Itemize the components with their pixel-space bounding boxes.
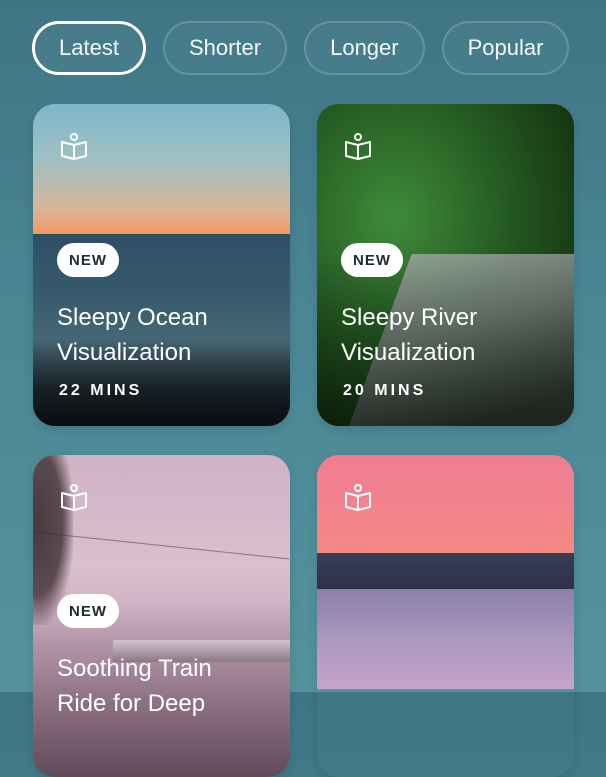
filter-chip-popular[interactable]: Popular	[441, 21, 570, 75]
card-title-line-1: Sleepy River	[341, 304, 478, 331]
content-card-fog-sunset[interactable]	[317, 455, 574, 777]
new-badge: NEW	[57, 594, 119, 628]
card-title: Soothing Train Ride for Deep	[57, 651, 277, 721]
card-image-fog-sea	[317, 589, 574, 689]
filter-bar: Latest Shorter Longer Popular	[32, 21, 570, 75]
card-title: Sleepy River Visualization	[341, 300, 561, 370]
card-duration: 20 MINS	[343, 382, 427, 399]
card-title-line-1: Sleepy Ocean	[57, 304, 208, 331]
card-title: Sleepy Ocean Visualization	[57, 300, 277, 370]
content-card-sleepy-ocean[interactable]: NEW Sleepy Ocean Visualization 22 MINS	[33, 104, 290, 426]
filter-chip-shorter[interactable]: Shorter	[162, 21, 288, 75]
book-open-icon	[61, 484, 87, 511]
filter-chip-longer[interactable]: Longer	[304, 21, 425, 75]
card-title-line-2: Visualization	[57, 339, 192, 366]
content-card-soothing-train[interactable]: NEW Soothing Train Ride for Deep	[33, 455, 290, 777]
book-open-icon	[61, 133, 87, 160]
filter-chip-latest[interactable]: Latest	[32, 21, 146, 75]
book-open-icon	[345, 133, 371, 160]
card-image-mountains	[317, 553, 574, 589]
book-open-icon	[345, 484, 371, 511]
card-title-line-1: Soothing Train	[57, 655, 212, 682]
card-duration: 22 MINS	[59, 382, 143, 399]
new-badge: NEW	[57, 243, 119, 277]
content-card-sleepy-river[interactable]: NEW Sleepy River Visualization 20 MINS	[317, 104, 574, 426]
card-title-line-2: Ride for Deep	[57, 690, 206, 717]
new-badge: NEW	[341, 243, 403, 277]
card-title-line-2: Visualization	[341, 339, 476, 366]
